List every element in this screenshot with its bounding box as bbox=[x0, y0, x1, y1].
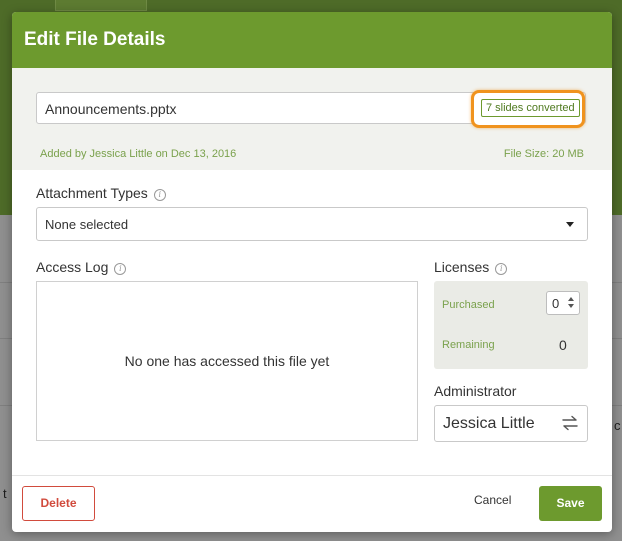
modal-header: Edit File Details bbox=[12, 12, 612, 68]
save-button[interactable]: Save bbox=[539, 486, 602, 521]
file-size-text: File Size: 20 MB bbox=[503, 148, 584, 160]
remaining-value: 0 bbox=[559, 337, 567, 353]
added-by-text: Added by Jessica Little on Dec 13, 2016 bbox=[40, 148, 237, 160]
info-icon[interactable]: i bbox=[495, 263, 508, 275]
slides-converted-badge[interactable]: 7 slides converted bbox=[481, 99, 580, 117]
footer-divider bbox=[12, 475, 612, 476]
background-text-fragment: t bbox=[3, 486, 7, 501]
administrator-label: Administrator bbox=[434, 383, 517, 399]
licenses-panel: Purchased 0 Remaining 0 bbox=[434, 281, 588, 369]
access-log-label: Access Log i bbox=[36, 259, 127, 275]
stepper-arrows-icon[interactable] bbox=[568, 296, 575, 310]
purchased-stepper[interactable]: 0 bbox=[546, 291, 580, 315]
administrator-field[interactable]: Jessica Little bbox=[434, 405, 588, 442]
purchased-label: Purchased bbox=[442, 299, 495, 311]
caret-down-icon bbox=[566, 222, 574, 227]
licenses-label-text: Licenses bbox=[434, 259, 490, 275]
cancel-button[interactable]: Cancel bbox=[474, 493, 511, 507]
background-tab bbox=[55, 0, 147, 11]
remaining-label: Remaining bbox=[442, 339, 495, 351]
modal-title: Edit File Details bbox=[24, 29, 166, 50]
access-log-panel: No one has accessed this file yet bbox=[36, 281, 418, 441]
attachment-types-value: None selected bbox=[45, 217, 129, 232]
purchased-value: 0 bbox=[552, 296, 560, 311]
background-text-fragment: c bbox=[614, 418, 621, 433]
edit-file-modal: Edit File Details Announcements.pptx 7 s… bbox=[12, 12, 612, 532]
attachment-types-label-text: Attachment Types bbox=[36, 185, 148, 201]
administrator-value: Jessica Little bbox=[443, 415, 535, 432]
access-log-empty-message: No one has accessed this file yet bbox=[124, 353, 330, 369]
access-log-label-text: Access Log bbox=[36, 259, 109, 275]
file-info-panel: Announcements.pptx 7 slides converted Ad… bbox=[12, 68, 612, 170]
info-icon[interactable]: i bbox=[153, 189, 166, 201]
conversion-highlight: 7 slides converted bbox=[471, 90, 585, 128]
licenses-label: Licenses i bbox=[434, 259, 508, 275]
info-icon[interactable]: i bbox=[114, 263, 127, 275]
filename-value: Announcements.pptx bbox=[45, 101, 177, 117]
attachment-types-label: Attachment Types i bbox=[36, 185, 166, 201]
attachment-types-select[interactable]: None selected bbox=[36, 207, 588, 241]
delete-button[interactable]: Delete bbox=[22, 486, 95, 521]
swap-icon[interactable] bbox=[561, 415, 579, 436]
